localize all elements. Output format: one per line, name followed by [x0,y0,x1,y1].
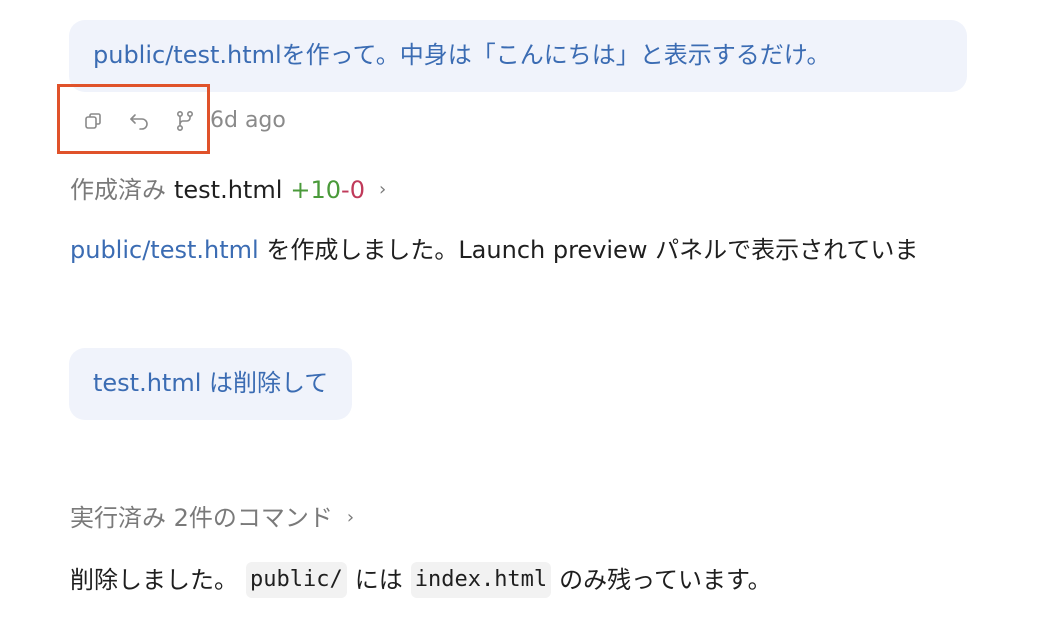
inline-code: index.html [410,562,552,598]
user-message-bubble: public/test.htmlを作って。中身は「こんにちは」と表示するだけ。 [69,20,967,92]
undo-button[interactable] [116,101,162,141]
assistant-response: 削除しました。 public/ には index.html のみ残っています。 [70,562,772,598]
chevron-right-icon: › [378,179,387,200]
commands-executed-row[interactable]: 実行済み 2件のコマンド › [70,502,354,534]
file-created-row[interactable]: 作成済み test.html +10 -0 › [70,174,386,206]
message-actions: 6d ago [70,100,286,142]
deleted-middle: には [354,566,403,594]
chat-thread: public/test.htmlを作って。中身は「こんにちは」と表示するだけ。 [0,0,1044,632]
deleted-suffix: のみ残っています。 [559,566,772,594]
user-message-bubble: test.html は削除して [69,348,353,420]
user-message-text: test.html は削除して [93,369,329,397]
inline-code: public/ [246,562,347,598]
copy-button[interactable] [70,101,116,141]
response-text: を作成しました。Launch preview パネルで表示されていま [258,236,919,264]
assistant-response: public/test.html を作成しました。Launch preview … [70,234,918,266]
branch-icon [176,110,194,132]
branch-button[interactable] [162,101,208,141]
deleted-prefix: 削除しました。 [70,566,238,594]
created-filename: test.html [174,176,283,204]
file-link[interactable]: public/test.html [70,236,259,264]
chevron-right-icon: › [346,507,355,528]
commands-label: 実行済み 2件のコマンド [70,504,333,532]
lines-removed: -0 [341,176,365,204]
copy-icon [85,113,101,129]
lines-added: +10 [290,176,342,204]
message-timestamp: 6d ago [210,108,286,133]
user-message-text: public/test.htmlを作って。中身は「こんにちは」と表示するだけ。 [93,41,831,69]
undo-icon [130,114,148,130]
created-label: 作成済み [70,176,166,204]
